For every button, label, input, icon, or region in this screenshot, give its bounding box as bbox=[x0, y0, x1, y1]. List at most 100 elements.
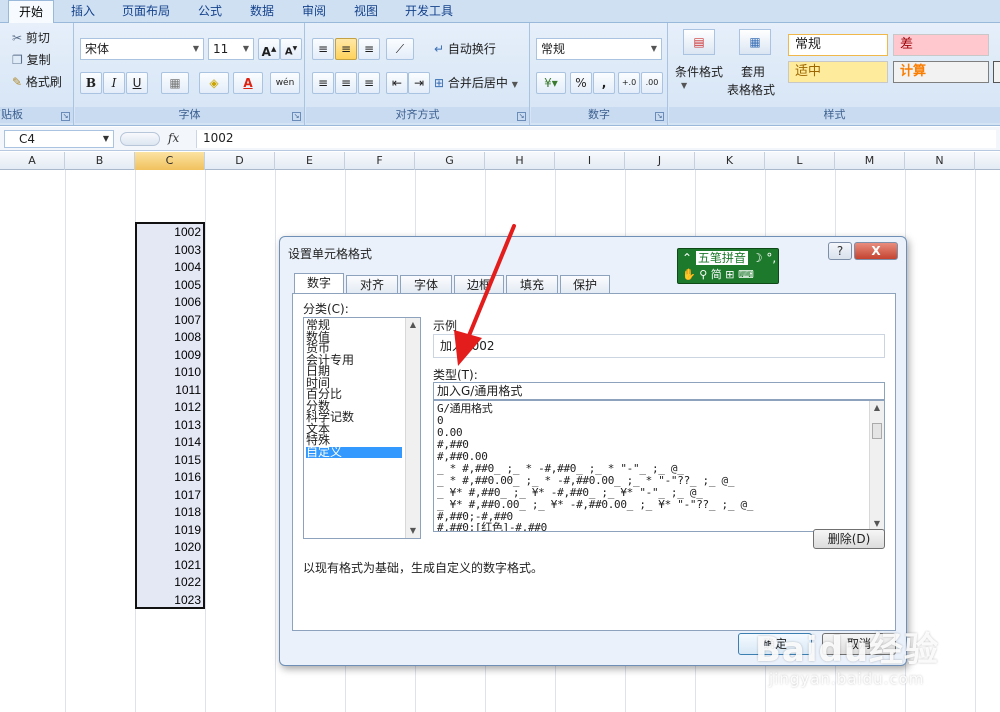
column-header-h[interactable]: H bbox=[485, 152, 555, 170]
tab-review[interactable]: 审阅 bbox=[292, 0, 336, 23]
copy-button[interactable]: ❐ 复制 bbox=[12, 49, 51, 71]
tab-formulas[interactable]: 公式 bbox=[188, 0, 232, 23]
comma-button[interactable]: , bbox=[593, 72, 615, 94]
scroll-up-icon[interactable]: ▲ bbox=[406, 318, 420, 332]
merge-center-button[interactable]: ⊞ 合并后居中 ▼ bbox=[434, 72, 518, 94]
type-input[interactable]: 加入G/通用格式 bbox=[433, 382, 885, 400]
keyboard-icon[interactable]: ⌨ bbox=[738, 268, 754, 281]
tab-view[interactable]: 视图 bbox=[344, 0, 388, 23]
shrink-font-icon[interactable]: A▼ bbox=[280, 38, 302, 60]
decrease-indent-icon[interactable]: ⇤ bbox=[386, 72, 408, 94]
moon-icon[interactable]: ☽ bbox=[752, 251, 763, 265]
cell[interactable]: 1019 bbox=[137, 522, 203, 540]
hand-icon[interactable]: ✋ bbox=[682, 268, 696, 281]
style-normal[interactable]: 常规 bbox=[788, 34, 888, 56]
ime-name[interactable]: 五笔拼音 bbox=[695, 251, 748, 265]
bold-button[interactable]: B bbox=[80, 72, 102, 94]
font-color-icon[interactable]: A bbox=[233, 72, 263, 94]
cell[interactable]: 1016 bbox=[137, 469, 203, 487]
column-header-g[interactable]: G bbox=[415, 152, 485, 170]
clipboard-launcher-icon[interactable]: ↘ bbox=[61, 112, 70, 121]
align-middle-icon[interactable]: ≡ bbox=[335, 38, 357, 60]
format-code-item[interactable]: #,##0;[红色]-#,##0 bbox=[437, 522, 547, 532]
fill-color-icon[interactable]: ◈ bbox=[199, 72, 229, 94]
cell[interactable]: 1023 bbox=[137, 592, 203, 610]
cell[interactable]: 1003 bbox=[137, 242, 203, 260]
orientation-icon[interactable]: ⟋ bbox=[386, 38, 414, 60]
format-code-item[interactable]: G/通用格式 bbox=[437, 403, 493, 415]
ok-button[interactable]: 确定 bbox=[738, 633, 812, 655]
formula-input[interactable]: 1002 bbox=[196, 130, 996, 148]
ime-mode[interactable]: 简 bbox=[711, 268, 722, 281]
help-button[interactable]: ? bbox=[828, 242, 852, 260]
cell[interactable]: 1012 bbox=[137, 399, 203, 417]
italic-button[interactable]: I bbox=[103, 72, 125, 94]
percent-button[interactable]: % bbox=[570, 72, 592, 94]
cell[interactable]: 1021 bbox=[137, 557, 203, 575]
cell[interactable]: 1017 bbox=[137, 487, 203, 505]
category-item-selected[interactable]: 自定义 bbox=[306, 446, 402, 458]
punctuation-icon[interactable]: °, bbox=[766, 251, 776, 265]
tab-alignment[interactable]: 对齐 bbox=[346, 275, 398, 295]
column-header-m[interactable]: M bbox=[835, 152, 905, 170]
scroll-thumb[interactable] bbox=[872, 423, 882, 439]
cell[interactable]: 1007 bbox=[137, 312, 203, 330]
currency-icon[interactable]: ¥▾ bbox=[536, 72, 566, 94]
wrap-text-button[interactable]: ↵ 自动换行 bbox=[434, 38, 496, 60]
category-scrollbar[interactable]: ▲ ▼ bbox=[405, 318, 420, 538]
cell[interactable]: 1006 bbox=[137, 294, 203, 312]
underline-button[interactable]: U bbox=[126, 72, 148, 94]
tab-number[interactable]: 数字 bbox=[294, 273, 344, 295]
conditional-format-button[interactable]: 条件格式 bbox=[675, 61, 723, 83]
search-icon[interactable]: ⚲ bbox=[699, 268, 707, 281]
column-header-l[interactable]: L bbox=[765, 152, 835, 170]
cell[interactable]: 1011 bbox=[137, 382, 203, 400]
ime-expand-icon[interactable]: ⌃ bbox=[682, 251, 692, 265]
formula-bar-resize-handle[interactable] bbox=[120, 132, 160, 146]
cell[interactable]: 1009 bbox=[137, 347, 203, 365]
fx-icon[interactable]: fx bbox=[168, 131, 190, 147]
tab-insert[interactable]: 插入 bbox=[60, 0, 106, 23]
format-as-table-label[interactable]: 表格格式 bbox=[727, 79, 775, 101]
column-header-b[interactable]: B bbox=[65, 152, 135, 170]
cell[interactable]: 1004 bbox=[137, 259, 203, 277]
column-header-a[interactable]: A bbox=[0, 152, 65, 170]
tab-font[interactable]: 字体 bbox=[400, 275, 452, 295]
column-header-j[interactable]: J bbox=[625, 152, 695, 170]
tab-fill[interactable]: 填充 bbox=[506, 275, 558, 295]
increase-decimal-button[interactable]: +.0 bbox=[618, 72, 640, 94]
close-button[interactable]: X bbox=[854, 242, 898, 260]
align-left-icon[interactable]: ≡ bbox=[312, 72, 334, 94]
align-right-icon[interactable]: ≡ bbox=[358, 72, 380, 94]
style-neutral[interactable]: 适中 bbox=[788, 61, 888, 83]
tab-border[interactable]: 边框 bbox=[454, 275, 504, 295]
cell[interactable]: 1005 bbox=[137, 277, 203, 295]
font-size-select[interactable]: 11 ▼ bbox=[208, 38, 254, 60]
style-scroll-icon[interactable] bbox=[993, 61, 1000, 83]
font-name-select[interactable]: 宋体 ▼ bbox=[80, 38, 204, 60]
category-list[interactable]: 常规 数值 货币 会计专用 日期 时间 百分比 分数 科学记数 文本 特殊 自定… bbox=[303, 317, 421, 539]
format-list-scrollbar[interactable]: ▲ ▼ bbox=[869, 401, 884, 531]
border-icon[interactable]: ▦ bbox=[161, 72, 189, 94]
column-header-i[interactable]: I bbox=[555, 152, 625, 170]
decrease-decimal-button[interactable]: .00 bbox=[641, 72, 663, 94]
scroll-down-icon[interactable]: ▼ bbox=[406, 524, 420, 538]
cell[interactable]: 1014 bbox=[137, 434, 203, 452]
align-top-icon[interactable]: ≡ bbox=[312, 38, 334, 60]
ime-toolbar[interactable]: ⌃ 五笔拼音 ☽ °, ✋ ⚲ 简 ⊞ ⌨ bbox=[677, 248, 779, 284]
selected-range[interactable]: 1002 1003 1004 1005 1006 1007 1008 1009 … bbox=[135, 222, 205, 609]
cut-button[interactable]: ✂ 剪切 bbox=[12, 27, 50, 49]
cell[interactable]: 1013 bbox=[137, 417, 203, 435]
tab-data[interactable]: 数据 bbox=[240, 0, 284, 23]
tab-protection[interactable]: 保护 bbox=[560, 275, 610, 295]
align-center-icon[interactable]: ≡ bbox=[335, 72, 357, 94]
phonetic-button[interactable]: wén bbox=[270, 72, 300, 94]
grid-icon[interactable]: ⊞ bbox=[725, 268, 734, 281]
name-box[interactable]: C4 ▼ bbox=[4, 130, 114, 148]
column-header-c[interactable]: C bbox=[135, 152, 205, 170]
cell[interactable]: 1018 bbox=[137, 504, 203, 522]
style-calculation[interactable]: 计算 bbox=[893, 61, 989, 83]
number-format-select[interactable]: 常规 ▼ bbox=[536, 38, 662, 60]
cell[interactable]: 1010 bbox=[137, 364, 203, 382]
tab-home[interactable]: 开始 bbox=[8, 0, 54, 24]
